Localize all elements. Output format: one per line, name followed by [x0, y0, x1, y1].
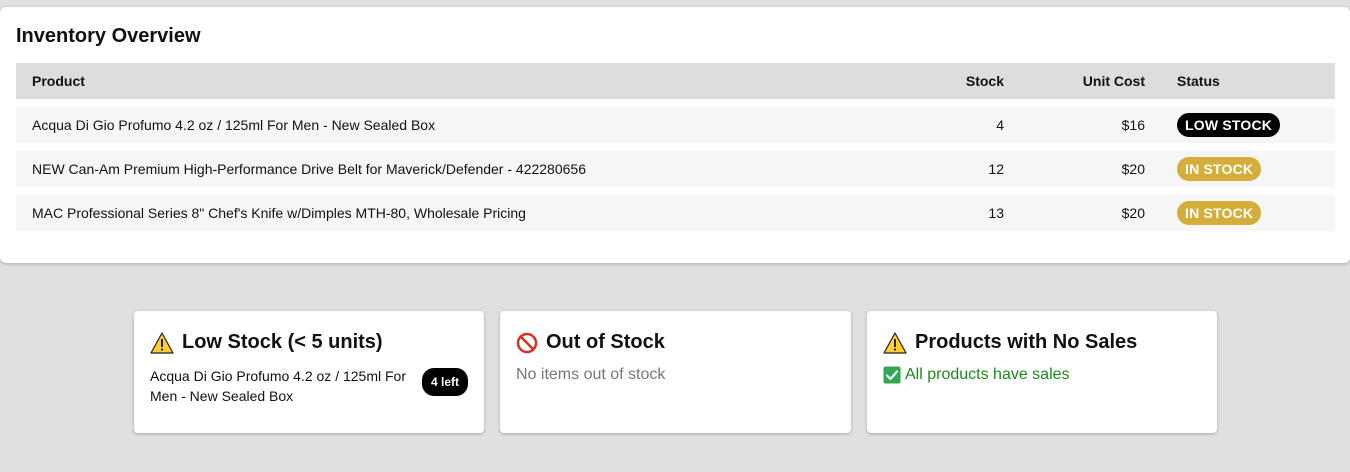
status-badge: IN STOCK: [1177, 157, 1262, 181]
out-of-stock-card: Out of Stock No items out of stock: [500, 311, 851, 433]
product-cell: MAC Professional Series 8" Chef's Knife …: [16, 195, 878, 231]
low-stock-card: Low Stock (< 5 units) Acqua Di Gio Profu…: [134, 311, 484, 433]
low-stock-list: Acqua Di Gio Profumo 4.2 oz / 125ml For …: [150, 366, 468, 406]
unit-cost-cell: $20: [1020, 151, 1161, 187]
column-header-status: Status: [1161, 63, 1335, 99]
unit-cost-cell: $16: [1020, 107, 1161, 143]
warning-icon: [883, 331, 907, 354]
out-of-stock-message: No items out of stock: [516, 366, 666, 383]
unit-cost-cell: $20: [1020, 195, 1161, 231]
product-cell: Acqua Di Gio Profumo 4.2 oz / 125ml For …: [16, 107, 878, 143]
low-stock-item-name: Acqua Di Gio Profumo 4.2 oz / 125ml For …: [150, 368, 406, 404]
stock-cell: 13: [878, 195, 1020, 231]
status-cell: IN STOCK: [1161, 195, 1335, 231]
remaining-count-badge: 4 left: [421, 368, 468, 396]
status-cell: IN STOCK: [1161, 151, 1335, 187]
status-badge: LOW STOCK: [1177, 113, 1281, 137]
column-header-stock: Stock: [878, 63, 1020, 99]
no-sales-title: Products with No Sales: [915, 331, 1138, 353]
page-title: Inventory Overview: [16, 25, 201, 47]
stock-cell: 12: [878, 151, 1020, 187]
no-sales-card: Products with No Sales All products have…: [867, 311, 1217, 433]
stock-cell: 4: [878, 107, 1020, 143]
low-stock-title: Low Stock (< 5 units): [182, 331, 383, 353]
prohibited-icon: [516, 332, 538, 354]
product-cell: NEW Can-Am Premium High-Performance Driv…: [16, 151, 878, 187]
inventory-table: Product Stock Unit Cost Status Acqua Di …: [16, 55, 1335, 239]
status-cell: LOW STOCK: [1161, 107, 1335, 143]
column-header-product: Product: [16, 63, 878, 99]
low-stock-title-row: Low Stock (< 5 units): [150, 331, 468, 354]
status-badge: IN STOCK: [1177, 201, 1262, 225]
no-sales-message: All products have sales: [905, 366, 1070, 383]
table-row: NEW Can-Am Premium High-Performance Driv…: [16, 151, 1335, 187]
out-of-stock-title-row: Out of Stock: [516, 331, 835, 354]
inventory-overview-card: Inventory Overview Product Stock Unit Co…: [0, 7, 1350, 263]
list-item: Acqua Di Gio Profumo 4.2 oz / 125ml For …: [150, 366, 468, 406]
out-of-stock-title: Out of Stock: [546, 331, 665, 353]
table-row: MAC Professional Series 8" Chef's Knife …: [16, 195, 1335, 231]
no-sales-title-row: Products with No Sales: [883, 331, 1201, 354]
warning-icon: [150, 331, 174, 354]
table-header-row: Product Stock Unit Cost Status: [16, 63, 1335, 99]
table-row: Acqua Di Gio Profumo 4.2 oz / 125ml For …: [16, 107, 1335, 143]
checkmark-icon: [883, 366, 901, 384]
no-sales-message-row: All products have sales: [883, 366, 1201, 384]
column-header-unit-cost: Unit Cost: [1020, 63, 1161, 99]
